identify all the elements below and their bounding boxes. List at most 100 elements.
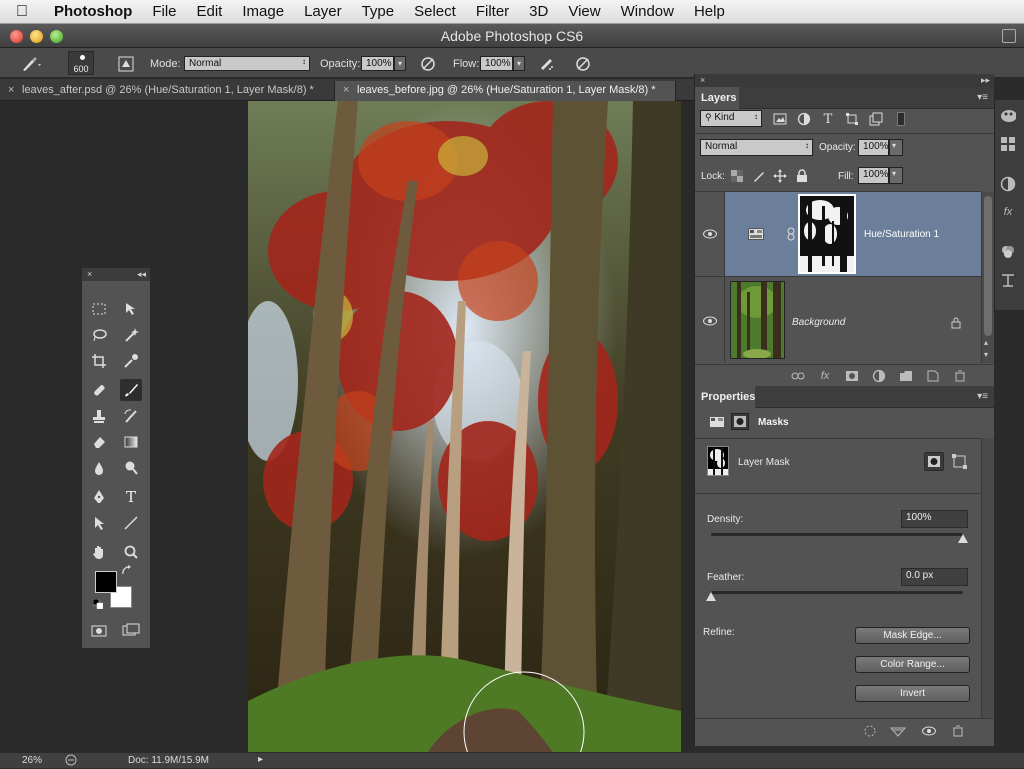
scroll-up-icon[interactable]: ▴ <box>984 338 988 347</box>
layer-mask-thumbnail[interactable] <box>798 194 856 274</box>
new-group-folder-icon[interactable] <box>898 368 914 384</box>
close-tab-icon[interactable]: × <box>8 84 14 96</box>
zoom-level[interactable]: 26% <box>22 755 42 766</box>
blend-mode-select[interactable]: Normal ↕ <box>700 139 813 156</box>
brush-tool-icon[interactable] <box>120 379 142 401</box>
density-slider-thumb[interactable] <box>958 534 968 543</box>
mask-properties-icon[interactable] <box>731 413 749 430</box>
screen-mode-icon[interactable] <box>120 620 142 642</box>
menu-app-name[interactable]: Photoshop <box>44 3 142 20</box>
styles-panel-icon[interactable]: fx <box>1000 204 1016 220</box>
load-selection-icon[interactable] <box>862 723 878 739</box>
opacity-dropdown-icon[interactable]: ▾ <box>394 56 406 71</box>
menu-file[interactable]: File <box>142 3 186 20</box>
crop-tool-icon[interactable] <box>88 350 110 372</box>
add-mask-icon[interactable] <box>844 368 860 384</box>
document-canvas[interactable] <box>248 101 681 752</box>
link-layers-icon[interactable] <box>790 368 806 384</box>
clone-stamp-icon[interactable] <box>88 405 110 427</box>
chain-link-icon[interactable] <box>783 226 799 242</box>
delete-mask-trash-icon[interactable] <box>950 723 966 739</box>
swatches-panel-icon[interactable] <box>1000 136 1016 152</box>
adjustments-panel-icon[interactable] <box>1000 176 1016 192</box>
flow-dropdown-icon[interactable]: ▾ <box>513 56 525 71</box>
hand-tool-icon[interactable] <box>88 541 110 563</box>
panel-menu-icon[interactable]: ▾≡ <box>977 92 988 103</box>
magic-wand-icon[interactable] <box>120 324 142 346</box>
default-colors-icon[interactable] <box>92 598 104 610</box>
path-selection-icon[interactable] <box>88 512 110 534</box>
pressure-size-icon[interactable] <box>574 55 592 73</box>
lock-position-icon[interactable] <box>772 168 788 184</box>
zoom-tool-icon[interactable] <box>120 541 142 563</box>
lock-all-icon[interactable] <box>794 168 810 184</box>
foreground-color-overlay[interactable] <box>95 571 117 593</box>
new-layer-icon[interactable] <box>925 368 941 384</box>
feather-slider-track[interactable] <box>711 591 963 594</box>
healing-brush-icon[interactable] <box>88 379 110 401</box>
lasso-tool-icon[interactable] <box>88 324 110 346</box>
status-info-icon[interactable] <box>65 754 77 766</box>
brush-tool-preset-icon[interactable] <box>20 55 41 73</box>
color-panel-icon[interactable] <box>1000 108 1016 124</box>
menu-filter[interactable]: Filter <box>466 3 519 20</box>
panel-menu-icon[interactable]: ▾≡ <box>977 391 988 402</box>
adjustment-properties-icon[interactable] <box>709 414 725 430</box>
visibility-eye-icon[interactable] <box>702 313 718 329</box>
scrollbar-thumb[interactable] <box>984 196 992 336</box>
filter-smart-object-icon[interactable] <box>868 111 884 127</box>
gradient-tool-icon[interactable] <box>120 431 142 453</box>
pressure-opacity-icon[interactable] <box>419 55 437 73</box>
menu-select[interactable]: Select <box>404 3 466 20</box>
close-tab-icon[interactable]: × <box>343 84 349 96</box>
channels-panel-icon[interactable] <box>1000 244 1016 260</box>
menu-edit[interactable]: Edit <box>187 3 233 20</box>
density-field[interactable]: 100% <box>901 510 968 528</box>
eraser-icon[interactable] <box>88 431 110 453</box>
color-range-button[interactable]: Color Range... <box>855 656 970 673</box>
lock-transparency-icon[interactable] <box>729 168 745 184</box>
type-tool-icon[interactable]: T <box>120 486 142 508</box>
menu-help[interactable]: Help <box>684 3 735 20</box>
layers-scrollbar[interactable]: ▴ ▾ <box>981 192 994 363</box>
density-slider-track[interactable] <box>711 533 963 536</box>
feather-field[interactable]: 0.0 px <box>901 568 968 586</box>
fill-field[interactable]: 100% <box>858 167 889 184</box>
filter-adjustment-icon[interactable] <box>796 111 812 127</box>
apple-icon[interactable]:  <box>0 3 44 21</box>
airbrush-icon[interactable] <box>538 55 556 73</box>
delete-layer-trash-icon[interactable] <box>952 368 968 384</box>
layer-opacity-field[interactable]: 100% <box>858 139 889 156</box>
line-tool-icon[interactable] <box>120 512 142 534</box>
new-adjustment-layer-icon[interactable] <box>871 368 887 384</box>
collapse-panel-icon[interactable]: ◂◂ <box>137 269 146 280</box>
toggle-mask-eye-icon[interactable] <box>921 723 937 739</box>
menu-image[interactable]: Image <box>232 3 294 20</box>
fill-dropdown-icon[interactable]: ▾ <box>889 167 903 184</box>
collapse-dock-icon[interactable]: ▸▸ <box>981 75 990 86</box>
pixel-mask-button[interactable] <box>924 452 944 471</box>
status-menu-arrow-icon[interactable]: ▸ <box>258 754 263 765</box>
feather-slider-thumb[interactable] <box>706 592 716 601</box>
layer-style-fx-icon[interactable]: fx <box>817 368 833 384</box>
brush-panel-toggle-icon[interactable] <box>117 55 135 73</box>
tab-leaves-after[interactable]: × leaves_after.psd @ 26% (Hue/Saturation… <box>0 81 332 101</box>
background-layer-thumbnail[interactable] <box>730 281 785 359</box>
layer-name[interactable]: Background <box>792 317 845 328</box>
move-tool-icon[interactable] <box>120 298 142 320</box>
opacity-field[interactable]: 100% <box>361 56 394 71</box>
apply-mask-icon[interactable] <box>890 723 906 739</box>
tab-leaves-before[interactable]: × leaves_before.jpg @ 26% (Hue/Saturatio… <box>334 81 676 101</box>
mode-select[interactable]: Normal ↕ <box>184 56 310 71</box>
dodge-tool-icon[interactable] <box>120 457 142 479</box>
menu-3d[interactable]: 3D <box>519 3 558 20</box>
menu-window[interactable]: Window <box>611 3 684 20</box>
mask-edge-button[interactable]: Mask Edge... <box>855 627 970 644</box>
layer-name[interactable]: Hue/Saturation 1 <box>864 229 939 240</box>
menu-type[interactable]: Type <box>352 3 405 20</box>
marquee-tool-icon[interactable] <box>88 298 110 320</box>
lock-pixels-icon[interactable] <box>751 168 767 184</box>
layer-filter-select[interactable]: ⚲ Kind ↕ <box>700 110 762 127</box>
menu-layer[interactable]: Layer <box>294 3 352 20</box>
quick-mask-icon[interactable] <box>88 620 110 642</box>
